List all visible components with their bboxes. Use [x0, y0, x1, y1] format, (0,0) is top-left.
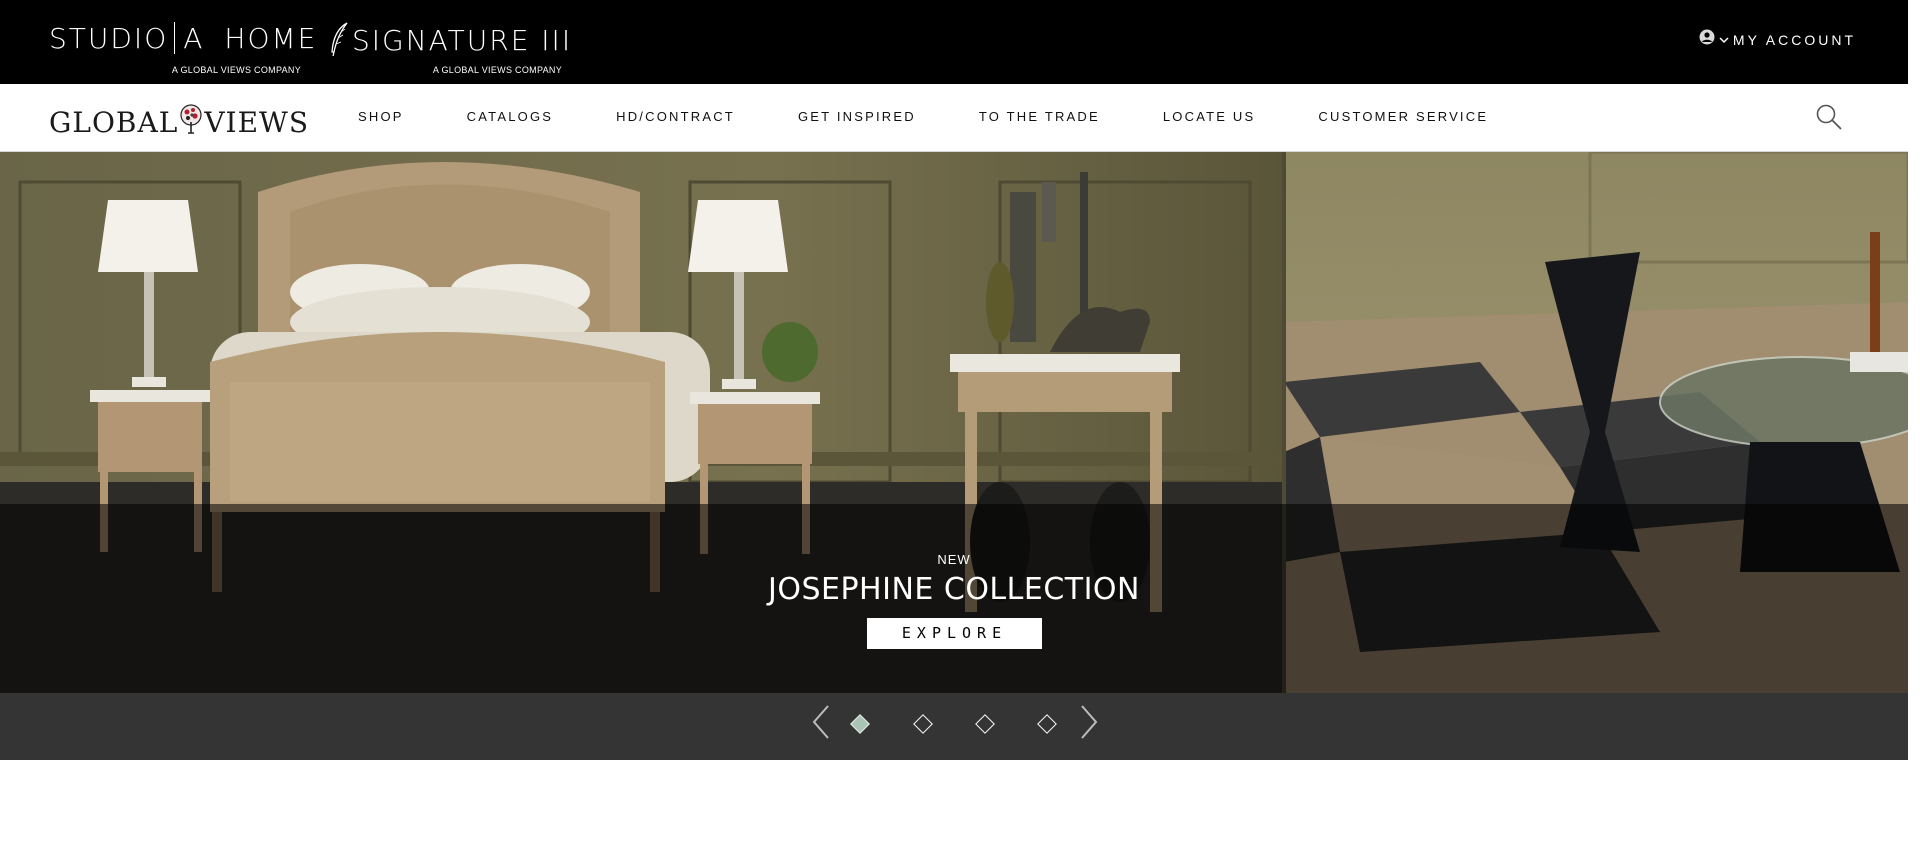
signature-iii-name: SIGNATURE III	[352, 24, 573, 57]
nav-hd-contract[interactable]: HD/CONTRACT	[616, 109, 735, 124]
nav-catalogs[interactable]: CATALOGS	[467, 109, 553, 124]
nav-shop[interactable]: SHOP	[358, 109, 404, 124]
logo-word-global: GLOBAL	[49, 106, 179, 139]
search-button[interactable]	[1815, 103, 1843, 136]
globe-tree-icon	[179, 104, 203, 141]
slide-dot-2[interactable]	[913, 714, 933, 734]
nav-to-the-trade[interactable]: TO THE TRADE	[979, 109, 1100, 124]
hero-caption: NEW JOSEPHINE COLLECTION EXPLORE	[0, 504, 1908, 693]
slide-dot-1[interactable]	[850, 714, 870, 734]
carousel-controls	[0, 693, 1908, 760]
nav-locate-us[interactable]: LOCATE US	[1163, 109, 1256, 124]
search-icon	[1815, 104, 1843, 135]
chevron-down-icon	[1719, 31, 1729, 49]
explore-button[interactable]: EXPLORE	[867, 618, 1042, 649]
page-scrollbar-track	[1908, 0, 1920, 847]
slide-dot-4[interactable]	[1037, 714, 1057, 734]
studio-a-home: HOME	[224, 22, 318, 55]
quill-icon	[330, 22, 350, 61]
hero-carousel: NEW JOSEPHINE COLLECTION EXPLORE	[0, 152, 1908, 693]
user-circle-icon	[1699, 29, 1715, 50]
my-account-menu[interactable]: MY ACCOUNT	[1699, 29, 1856, 50]
hero-kicker: NEW	[937, 552, 971, 567]
logo-word-views: VIEWS	[204, 106, 309, 139]
nav-get-inspired[interactable]: GET INSPIRED	[798, 109, 916, 124]
nav-customer-service[interactable]: CUSTOMER SERVICE	[1318, 109, 1488, 124]
logo-divider	[174, 22, 176, 54]
my-account-label: MY ACCOUNT	[1732, 31, 1856, 48]
signature-tagline: A GLOBAL VIEWS COMPANY	[432, 65, 562, 75]
signature-iii-logo[interactable]: SIGNATURE III A GLOBAL VIEWS COMPANY	[330, 22, 570, 75]
studio-a-right: A	[183, 22, 205, 55]
studio-a-left: STUDIO	[49, 22, 169, 55]
next-slide-arrow-icon[interactable]	[1078, 703, 1100, 746]
main-navbar: GLOBAL VIEWS SHOP CATALOGS HD/CONTRACT G…	[0, 84, 1908, 152]
primary-nav: SHOP CATALOGS HD/CONTRACT GET INSPIRED T…	[358, 109, 1551, 124]
global-views-logo[interactable]: GLOBAL VIEWS	[49, 104, 309, 141]
studio-a-tagline: A GLOBAL VIEWS COMPANY	[171, 65, 301, 75]
hero-title: JOSEPHINE COLLECTION	[767, 572, 1140, 607]
previous-slide-arrow-icon[interactable]	[810, 703, 832, 746]
brand-bar: STUDIO A HOME A GLOBAL VIEWS COMPANY SIGNA…	[0, 0, 1908, 84]
studio-a-home-logo[interactable]: STUDIO A HOME A GLOBAL VIEWS COMPANY	[49, 22, 315, 75]
slide-dot-3[interactable]	[975, 714, 995, 734]
